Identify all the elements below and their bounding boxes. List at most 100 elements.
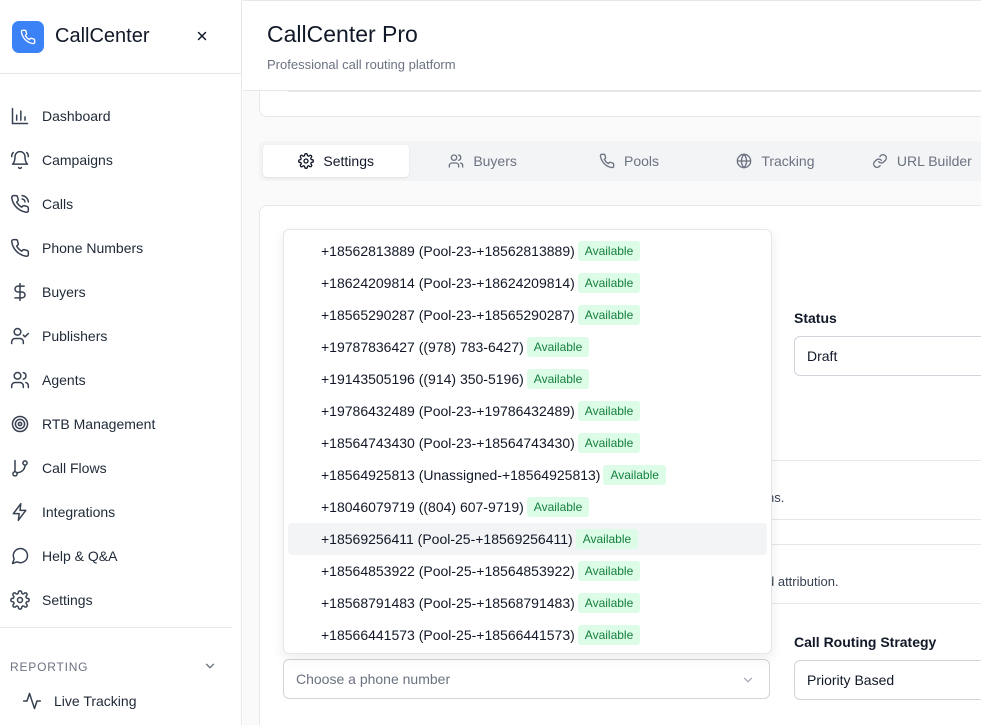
routing-strategy-label: Call Routing Strategy [794, 634, 937, 650]
message-circle-icon [11, 547, 29, 565]
dropdown-option[interactable]: +18564853922 (Pool-25-+18564853922) Avail… [288, 555, 767, 587]
phone-number-placeholder: Choose a phone number [296, 671, 451, 687]
git-branch-icon [12, 459, 28, 477]
option-label: +18564743430 (Pool-23-+18564743430) [321, 435, 575, 451]
option-label: +18564925813 (Unassigned-+18564925813) [321, 467, 601, 483]
phone-logo-icon [12, 20, 44, 53]
tab-list: Settings Buyers Pools Tracking URL Build… [259, 141, 981, 181]
sidebar-nav: Dashboard Campaigns Calls Phone Numbers … [0, 74, 241, 622]
sidebar-item-rtb-management[interactable]: RTB Management [0, 402, 241, 446]
option-label: +18562813889 (Pool-23-+18562813889) [321, 243, 575, 259]
sidebar-item-help[interactable]: Help & Q&A [0, 534, 241, 578]
sidebar-item-label: Integrations [42, 504, 116, 520]
dropdown-option-highlighted[interactable]: +18569256411 (Pool-25-+18569256411) Avail… [288, 523, 767, 555]
sidebar-item-integrations[interactable]: Integrations [0, 490, 241, 534]
option-label: +18564853922 (Pool-25-+18564853922) [321, 563, 575, 579]
status-select[interactable]: Draft [794, 336, 981, 376]
available-badge: Available [526, 497, 590, 517]
globe-icon [736, 153, 752, 169]
sidebar-item-campaigns[interactable]: Campaigns [0, 138, 241, 182]
dropdown-option[interactable]: +18566441573 (Pool-25-+18566441573) Avail… [288, 619, 767, 651]
sidebar-item-live-tracking[interactable]: Live Tracking [22, 689, 136, 713]
sidebar-item-label: Settings [42, 592, 93, 608]
bell-icon [10, 150, 30, 170]
status-value: Draft [807, 348, 838, 364]
page-header: CallCenter Pro Professional call routing… [243, 1, 981, 91]
divider [770, 603, 981, 604]
users-icon [448, 154, 464, 168]
available-badge: Available [575, 529, 639, 549]
sidebar-item-label: Dashboard [42, 108, 111, 124]
sidebar: CallCenter Dashboard Campaigns Calls Pho… [0, 0, 242, 725]
dropdown-option[interactable]: +19787836427 ((978) 783-6427) Available [288, 331, 767, 363]
sidebar-item-settings[interactable]: Settings [0, 578, 241, 622]
brand-name: CallCenter [55, 25, 150, 47]
target-icon [11, 415, 29, 433]
dropdown-option[interactable]: +18624209814 (Pool-23-+18624209814) Avail… [288, 267, 767, 299]
sidebar-item-label: Phone Numbers [42, 240, 144, 256]
tab-buyers[interactable]: Buyers [409, 145, 555, 177]
close-sidebar-button[interactable] [193, 27, 211, 45]
sidebar-item-label: Calls [42, 196, 74, 212]
dropdown-option[interactable]: +18568791483 (Pool-25-+18568791483) Avail… [288, 587, 767, 619]
tab-label: Tracking [761, 153, 815, 169]
link-icon [872, 154, 887, 168]
sidebar-item-call-flows[interactable]: Call Flows [0, 446, 241, 490]
activity-icon [22, 692, 42, 710]
phone-icon [599, 153, 615, 169]
card-divider [288, 91, 981, 92]
sidebar-item-label: Publishers [42, 328, 108, 344]
phone-icon [11, 238, 30, 257]
sidebar-item-label: Help & Q&A [42, 548, 118, 564]
sidebar-item-publishers[interactable]: Publishers [0, 314, 241, 358]
available-badge: Available [577, 305, 641, 325]
dropdown-option[interactable]: +18562813889 (Pool-23-+18562813889) Avail… [288, 235, 767, 267]
phone-number-select[interactable]: Choose a phone number [283, 659, 770, 699]
close-icon [197, 31, 207, 41]
divider [770, 544, 981, 545]
tab-pools[interactable]: Pools [556, 145, 702, 177]
tab-url-builder[interactable]: URL Builder [849, 145, 981, 177]
option-label: +18568791483 (Pool-25-+18568791483) [321, 595, 575, 611]
previous-card [259, 91, 981, 117]
sidebar-item-dashboard[interactable]: Dashboard [0, 94, 241, 138]
tab-tracking[interactable]: Tracking [702, 145, 848, 177]
help-text: d attribution. [767, 574, 839, 589]
dropdown-option[interactable]: +18564925813 (Unassigned-+18564925813) Av… [288, 459, 767, 491]
sidebar-item-agents[interactable]: Agents [0, 358, 241, 402]
available-badge: Available [577, 273, 641, 293]
option-label: +19786432489 (Pool-23-+19786432489) [321, 403, 575, 419]
available-badge: Available [577, 241, 641, 261]
bar-chart-icon [11, 107, 29, 125]
dropdown-option[interactable]: +18564743430 (Pool-23-+18564743430) Avail… [288, 427, 767, 459]
available-badge: Available [526, 369, 590, 389]
dropdown-option[interactable]: +18565290287 (Pool-23-+18565290287) Avail… [288, 299, 767, 331]
option-label: +18565290287 (Pool-23-+18565290287) [321, 307, 575, 323]
chevron-down-icon [743, 677, 753, 683]
user-check-icon [10, 327, 30, 345]
sidebar-item-buyers[interactable]: Buyers [0, 270, 241, 314]
sidebar-item-label: Call Flows [42, 460, 107, 476]
chevron-down-icon[interactable] [203, 659, 217, 673]
sidebar-item-calls[interactable]: Calls [0, 182, 241, 226]
available-badge: Available [577, 593, 641, 613]
available-badge: Available [577, 401, 641, 421]
sidebar-item-label: Agents [42, 372, 86, 388]
dropdown-option[interactable]: +19143505196 ((914) 350-5196) Available [288, 363, 767, 395]
option-label: +19787836427 ((978) 783-6427) [321, 339, 524, 355]
routing-strategy-select[interactable]: Priority Based [794, 660, 981, 700]
available-badge: Available [577, 561, 641, 581]
tab-settings[interactable]: Settings [263, 145, 410, 177]
sidebar-divider [0, 627, 232, 628]
tab-label: Pools [624, 153, 660, 169]
option-label: +18624209814 (Pool-23-+18624209814) [321, 275, 575, 291]
tab-label: URL Builder [896, 153, 972, 169]
phone-number-dropdown: +18562813889 (Pool-23-+18562813889) Avail… [283, 229, 772, 654]
sidebar-item-phone-numbers[interactable]: Phone Numbers [0, 226, 241, 270]
sidebar-item-label: RTB Management [42, 416, 156, 432]
dropdown-option[interactable]: +18046079719 ((804) 607-9719) Available [288, 491, 767, 523]
divider [770, 460, 981, 461]
option-label: +18046079719 ((804) 607-9719) [321, 499, 524, 515]
dropdown-option[interactable]: +19786432489 (Pool-23-+19786432489) Avail… [288, 395, 767, 427]
page-subtitle: Professional call routing platform [267, 57, 456, 72]
